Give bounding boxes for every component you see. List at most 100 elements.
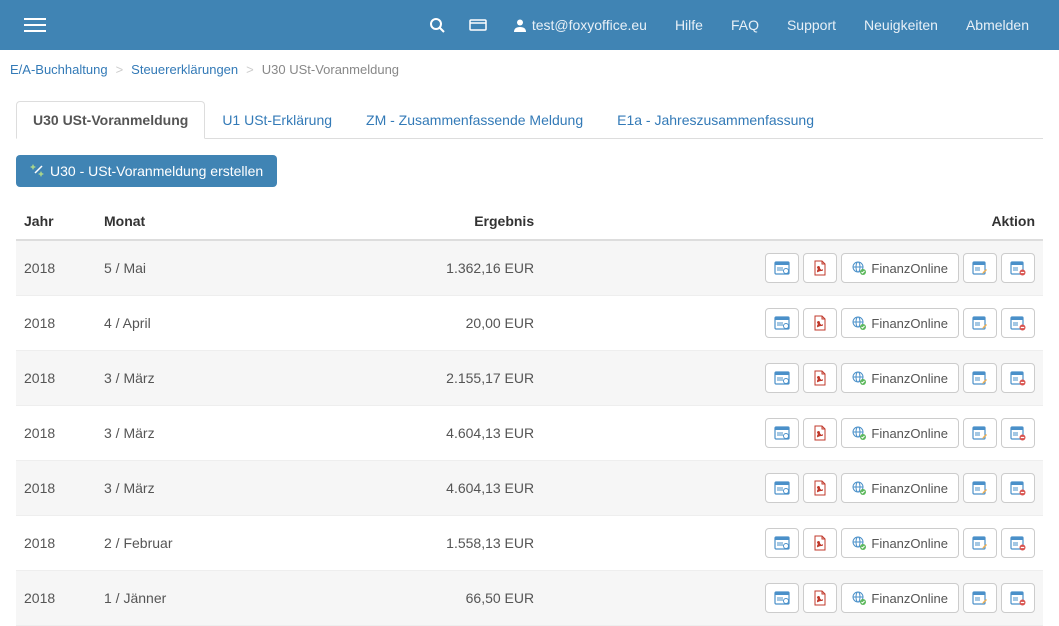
- edit-button[interactable]: [963, 308, 997, 338]
- globe-check-icon: [852, 481, 866, 495]
- table-row: 20183 / März2.155,17 EURFinanzOnline: [16, 351, 1043, 406]
- pdf-button[interactable]: [803, 308, 837, 338]
- view-button[interactable]: [765, 363, 799, 393]
- support-link[interactable]: Support: [773, 0, 850, 50]
- card-icon[interactable]: [457, 19, 499, 31]
- view-button[interactable]: [765, 418, 799, 448]
- delete-button[interactable]: [1001, 308, 1035, 338]
- pdf-icon: [812, 260, 828, 276]
- col-month: Monat: [96, 203, 242, 240]
- document-delete-icon: [1010, 590, 1026, 606]
- edit-button[interactable]: [963, 363, 997, 393]
- create-u30-button[interactable]: U30 - USt-Voranmeldung erstellen: [16, 155, 277, 187]
- view-button[interactable]: [765, 253, 799, 283]
- cell-month: 3 / März: [96, 406, 242, 461]
- help-link[interactable]: Hilfe: [661, 0, 717, 50]
- breadcrumb-item-0[interactable]: E/A-Buchhaltung: [10, 62, 108, 77]
- cell-result: 66,50 EUR: [242, 571, 542, 626]
- view-button[interactable]: [765, 528, 799, 558]
- cell-month: 2 / Februar: [96, 516, 242, 571]
- edit-button[interactable]: [963, 473, 997, 503]
- tab-u30[interactable]: U30 USt-Voranmeldung: [16, 101, 205, 139]
- cell-month: 3 / März: [96, 351, 242, 406]
- create-button-label: U30 - USt-Voranmeldung erstellen: [50, 163, 263, 179]
- pdf-button[interactable]: [803, 583, 837, 613]
- cell-year: 2018: [16, 240, 96, 296]
- user-email: test@foxyoffice.eu: [532, 17, 647, 33]
- breadcrumb-item-2: U30 USt-Voranmeldung: [262, 62, 399, 77]
- pdf-icon: [812, 315, 828, 331]
- delete-button[interactable]: [1001, 473, 1035, 503]
- cell-year: 2018: [16, 296, 96, 351]
- finanzonline-button[interactable]: FinanzOnline: [841, 253, 959, 283]
- cell-actions: FinanzOnline: [542, 406, 1043, 461]
- faq-link[interactable]: FAQ: [717, 0, 773, 50]
- cell-year: 2018: [16, 571, 96, 626]
- cell-result: 1.362,16 EUR: [242, 240, 542, 296]
- topbar: test@foxyoffice.eu Hilfe FAQ Support Neu…: [0, 0, 1059, 50]
- pdf-button[interactable]: [803, 473, 837, 503]
- logout-link[interactable]: Abmelden: [952, 0, 1043, 50]
- declarations-table: Jahr Monat Ergebnis Aktion 20185 / Mai1.…: [16, 203, 1043, 626]
- finanzonline-label: FinanzOnline: [871, 591, 948, 606]
- delete-button[interactable]: [1001, 528, 1035, 558]
- cell-actions: FinanzOnline: [542, 351, 1043, 406]
- cell-result: 4.604,13 EUR: [242, 461, 542, 516]
- tab-u1[interactable]: U1 USt-Erklärung: [205, 101, 349, 138]
- menu-toggle-icon[interactable]: [16, 10, 54, 40]
- cell-year: 2018: [16, 351, 96, 406]
- edit-button[interactable]: [963, 583, 997, 613]
- col-result: Ergebnis: [242, 203, 542, 240]
- pdf-button[interactable]: [803, 363, 837, 393]
- chevron-right-icon: >: [246, 62, 254, 77]
- document-view-icon: [774, 370, 790, 386]
- table-row: 20184 / April20,00 EURFinanzOnline: [16, 296, 1043, 351]
- tab-zm[interactable]: ZM - Zusammenfassende Meldung: [349, 101, 600, 138]
- globe-check-icon: [852, 261, 866, 275]
- document-edit-icon: [972, 370, 988, 386]
- cell-month: 1 / Jänner: [96, 571, 242, 626]
- globe-check-icon: [852, 316, 866, 330]
- delete-button[interactable]: [1001, 583, 1035, 613]
- cell-year: 2018: [16, 406, 96, 461]
- finanzonline-button[interactable]: FinanzOnline: [841, 473, 959, 503]
- delete-button[interactable]: [1001, 363, 1035, 393]
- finanzonline-button[interactable]: FinanzOnline: [841, 528, 959, 558]
- edit-button[interactable]: [963, 528, 997, 558]
- view-button[interactable]: [765, 473, 799, 503]
- cell-year: 2018: [16, 461, 96, 516]
- pdf-button[interactable]: [803, 528, 837, 558]
- table-row: 20181 / Jänner66,50 EUR FinanzOnline: [16, 571, 1043, 626]
- tab-e1a[interactable]: E1a - Jahreszusammenfassung: [600, 101, 831, 138]
- search-icon[interactable]: [417, 17, 457, 33]
- finanzonline-label: FinanzOnline: [871, 536, 948, 551]
- user-menu[interactable]: test@foxyoffice.eu: [499, 0, 661, 50]
- breadcrumb-item-1[interactable]: Steuererklärungen: [131, 62, 238, 77]
- col-action: Aktion: [542, 203, 1043, 240]
- news-link[interactable]: Neuigkeiten: [850, 0, 952, 50]
- document-edit-icon: [972, 260, 988, 276]
- finanzonline-label: FinanzOnline: [871, 426, 948, 441]
- wand-icon: [30, 164, 44, 178]
- document-edit-icon: [972, 535, 988, 551]
- view-button[interactable]: [765, 308, 799, 338]
- view-button[interactable]: [765, 583, 799, 613]
- cell-actions: FinanzOnline: [542, 240, 1043, 296]
- delete-button[interactable]: [1001, 418, 1035, 448]
- delete-button[interactable]: [1001, 253, 1035, 283]
- edit-button[interactable]: [963, 418, 997, 448]
- finanzonline-button[interactable]: FinanzOnline: [841, 583, 959, 613]
- document-delete-icon: [1010, 480, 1026, 496]
- finanzonline-button[interactable]: FinanzOnline: [841, 308, 959, 338]
- table-row: 20183 / März4.604,13 EURFinanzOnline: [16, 406, 1043, 461]
- cell-actions: FinanzOnline: [542, 296, 1043, 351]
- finanzonline-button[interactable]: FinanzOnline: [841, 363, 959, 393]
- cell-actions: FinanzOnline: [542, 571, 1043, 626]
- pdf-button[interactable]: [803, 418, 837, 448]
- edit-button[interactable]: [963, 253, 997, 283]
- cell-result: 1.558,13 EUR: [242, 516, 542, 571]
- pdf-button[interactable]: [803, 253, 837, 283]
- finanzonline-button[interactable]: FinanzOnline: [841, 418, 959, 448]
- cell-month: 4 / April: [96, 296, 242, 351]
- cell-actions: FinanzOnline: [542, 516, 1043, 571]
